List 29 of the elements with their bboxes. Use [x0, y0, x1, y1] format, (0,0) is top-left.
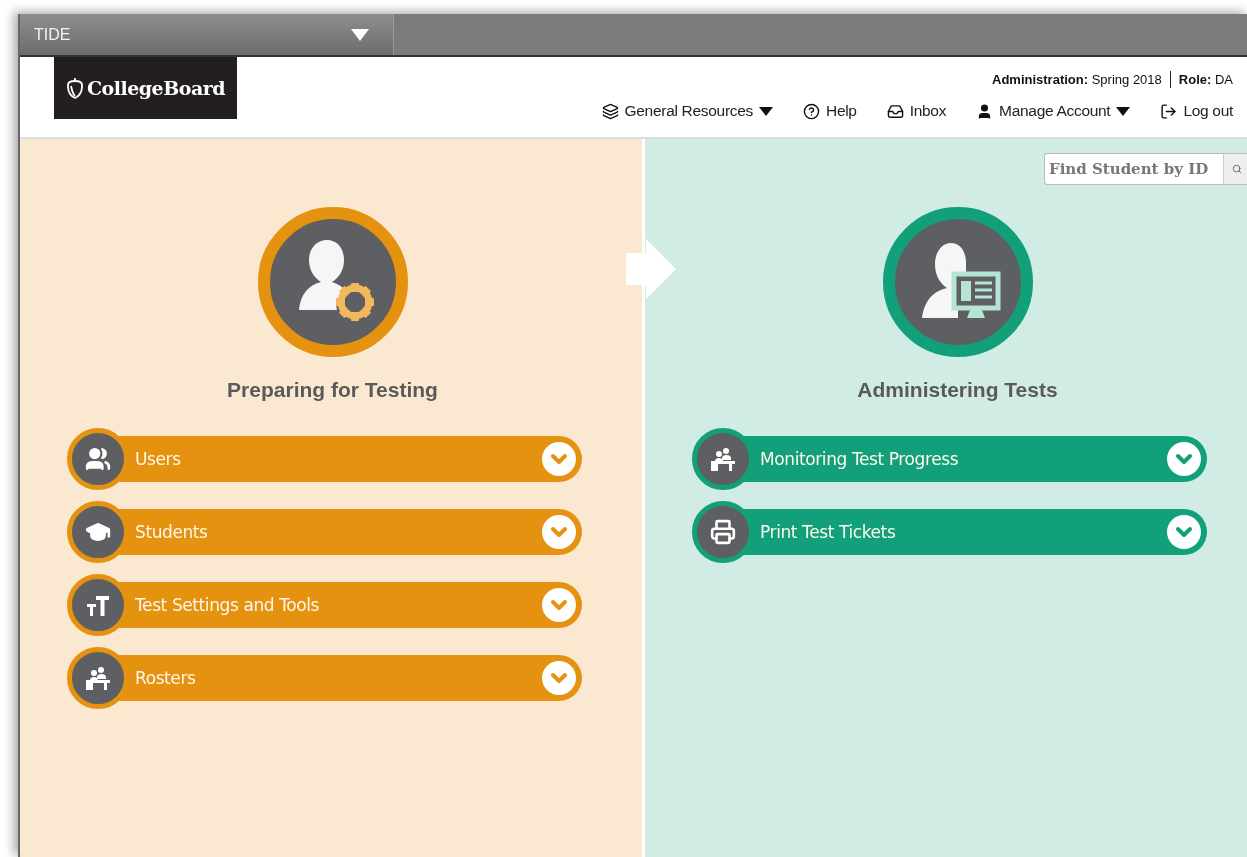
- acorn-icon: [66, 77, 84, 99]
- logout-icon: [1160, 102, 1178, 120]
- menu-row[interactable]: Students: [67, 501, 582, 563]
- nav-link[interactable]: Manage Account: [976, 102, 1131, 120]
- role-info: Role: DA: [1178, 72, 1233, 87]
- printer-icon: [710, 519, 736, 545]
- search-icon: [1231, 164, 1242, 174]
- users-icon: [85, 446, 111, 472]
- menu-row[interactable]: Monitoring Test Progress: [692, 428, 1207, 490]
- desk-people-icon: [709, 446, 737, 472]
- app-switcher[interactable]: TIDE: [20, 14, 394, 55]
- administration-info: Administration: Spring 2018: [992, 72, 1162, 87]
- caret-icon: [351, 28, 369, 41]
- section-title: Preparing for Testing: [227, 378, 438, 402]
- menu-row[interactable]: Test Settings and Tools: [67, 574, 582, 636]
- menu-row[interactable]: Users: [67, 428, 582, 490]
- nav-link[interactable]: Inbox: [886, 102, 947, 120]
- nav-link[interactable]: Log out: [1160, 102, 1233, 120]
- nav-link[interactable]: Help: [803, 102, 857, 120]
- section-title: Administering Tests: [857, 378, 1058, 402]
- help-icon: [803, 102, 820, 120]
- search-button[interactable]: [1223, 154, 1247, 184]
- nav-link[interactable]: General Resources: [601, 102, 773, 120]
- logo-text: CollegeBoard: [87, 77, 225, 99]
- inbox-icon: [886, 102, 904, 120]
- search-field[interactable]: Find Student by ID: [1044, 153, 1247, 185]
- desk-people-icon: [84, 665, 112, 691]
- menu-row[interactable]: Print Test Tickets: [692, 501, 1207, 563]
- menu-row[interactable]: Rosters: [67, 647, 582, 709]
